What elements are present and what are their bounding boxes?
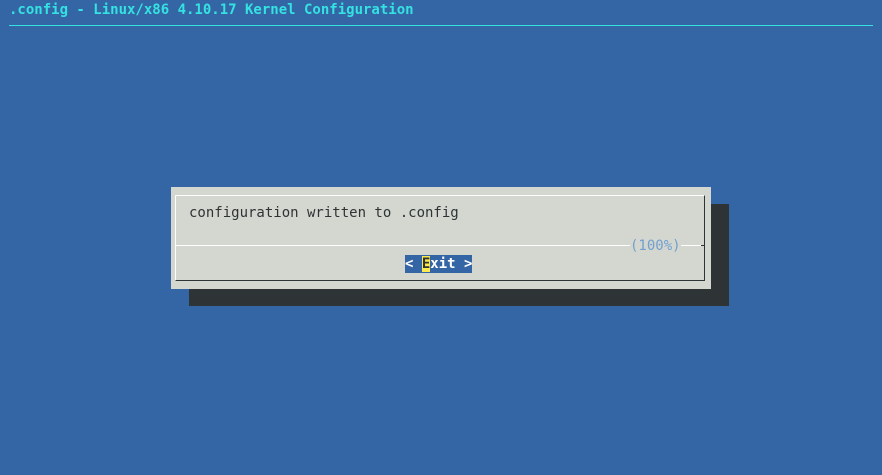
exit-label: xit [430,256,456,272]
scroll-percentage: (100%) [630,236,681,256]
terminal-screen: .config - Linux/x86 4.10.17 Kernel Confi… [0,0,882,475]
dialog-message: configuration written to .config [189,205,459,221]
message-dialog: configuration written to .config (100%) … [171,187,711,289]
exit-right-bracket: > [455,256,473,272]
exit-left-bracket: < [405,256,422,272]
separator-tick [701,245,705,246]
dialog-separator [176,245,705,246]
title-divider [9,25,873,26]
window-title: .config - Linux/x86 4.10.17 Kernel Confi… [9,2,414,18]
exit-button[interactable]: < Exit > [405,255,473,273]
